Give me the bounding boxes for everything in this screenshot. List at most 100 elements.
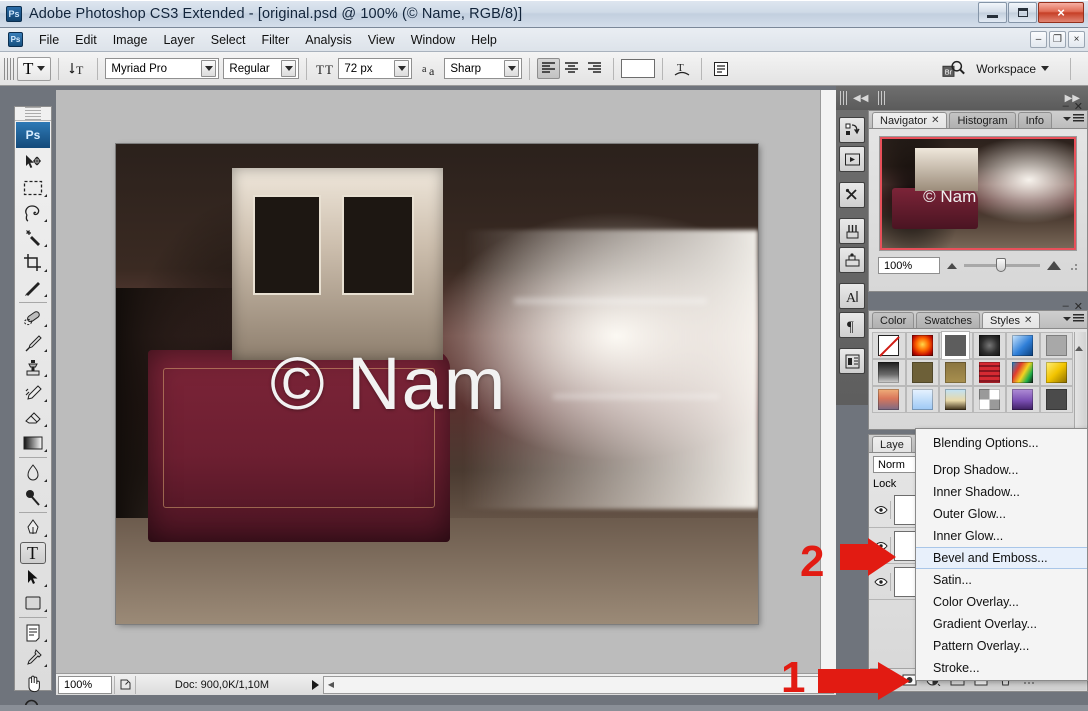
style-purple-stripes[interactable] xyxy=(1006,386,1040,413)
style-yellow-bevel[interactable] xyxy=(1040,359,1074,386)
context-menu-item[interactable]: Color Overlay... xyxy=(916,591,1087,613)
menu-view[interactable]: View xyxy=(360,30,403,50)
path-selection-tool[interactable] xyxy=(16,565,50,590)
character-panel-icon[interactable]: A xyxy=(839,283,865,309)
context-menu-item[interactable]: Bevel and Emboss... xyxy=(916,547,1087,569)
style-charcoal[interactable] xyxy=(1040,386,1074,413)
scroll-left-icon[interactable]: ◀ xyxy=(324,677,338,693)
warp-text-icon[interactable]: T xyxy=(670,57,694,81)
style-red-glow[interactable] xyxy=(906,332,940,359)
marquee-tool[interactable] xyxy=(16,175,50,200)
style-light-blue[interactable] xyxy=(906,386,940,413)
text-orientation-icon[interactable]: T xyxy=(66,57,90,81)
context-menu-item[interactable]: Inner Glow... xyxy=(916,525,1087,547)
eyedropper-tool[interactable] xyxy=(16,645,50,670)
pen-tool[interactable] xyxy=(16,515,50,540)
style-gray-bevel[interactable] xyxy=(939,332,973,359)
notes-tool[interactable] xyxy=(16,620,50,645)
styles-scrollbar[interactable] xyxy=(1074,332,1086,428)
align-right-button[interactable] xyxy=(583,58,606,79)
menu-analysis[interactable]: Analysis xyxy=(297,30,360,50)
visibility-eye-icon[interactable] xyxy=(871,501,891,519)
styles-panel-menu-button[interactable] xyxy=(1063,314,1084,323)
navigator-zoom-field[interactable]: 100% xyxy=(878,257,940,274)
close-button[interactable]: × xyxy=(1038,2,1084,23)
align-left-button[interactable] xyxy=(537,58,560,79)
slice-tool[interactable] xyxy=(16,275,50,300)
menu-select[interactable]: Select xyxy=(203,30,254,50)
style-flat-gray[interactable] xyxy=(1040,332,1074,359)
zoom-out-icon[interactable] xyxy=(947,263,957,269)
canvas-vertical-scrollbar[interactable] xyxy=(820,90,836,673)
tab-color[interactable]: Color xyxy=(872,312,914,328)
eraser-tool[interactable] xyxy=(16,405,50,430)
navigator-zoom-slider[interactable] xyxy=(964,264,1040,267)
workspace-button[interactable]: Workspace xyxy=(976,62,1049,76)
hand-tool[interactable] xyxy=(16,670,50,695)
style-none[interactable] xyxy=(872,332,906,359)
dock-grip[interactable] xyxy=(840,91,848,105)
context-menu-item[interactable]: Drop Shadow... xyxy=(916,459,1087,481)
font-style-select[interactable]: Regular xyxy=(223,58,299,79)
zoom-in-icon[interactable] xyxy=(1047,261,1061,270)
minimize-icon[interactable]: – xyxy=(1063,100,1069,113)
context-menu-item[interactable]: Pattern Overlay... xyxy=(916,635,1087,657)
context-menu-item[interactable]: Stroke... xyxy=(916,657,1087,679)
canvas-area[interactable]: © Nam xyxy=(56,90,836,673)
close-icon[interactable]: ✕ xyxy=(1074,300,1083,313)
navigator-view-box[interactable] xyxy=(880,137,1076,250)
crop-tool[interactable] xyxy=(16,250,50,275)
minimize-icon[interactable]: – xyxy=(1063,300,1069,313)
navigator-panel-menu-button[interactable] xyxy=(1063,114,1084,123)
gradient-tool[interactable] xyxy=(16,430,50,455)
menu-help[interactable]: Help xyxy=(463,30,505,50)
context-menu-item[interactable]: Gradient Overlay... xyxy=(916,613,1087,635)
style-color-splash[interactable] xyxy=(1006,359,1040,386)
doc-minimize-button[interactable]: – xyxy=(1030,31,1047,48)
canvas-horizontal-scrollbar[interactable]: ◀ ▶ xyxy=(323,676,834,694)
font-family-select[interactable]: Myriad Pro xyxy=(105,58,219,79)
context-menu-item[interactable]: Satin... xyxy=(916,569,1087,591)
tab-info[interactable]: Info xyxy=(1018,112,1052,128)
actions-panel-icon[interactable] xyxy=(839,146,865,172)
context-menu-item[interactable]: Outer Glow... xyxy=(916,503,1087,525)
dock-grip[interactable] xyxy=(878,91,886,105)
rectangle-shape-tool[interactable] xyxy=(16,590,50,615)
doc-restore-button[interactable]: ❐ xyxy=(1049,31,1066,48)
style-noise[interactable] xyxy=(973,386,1007,413)
toggle-palettes-icon[interactable] xyxy=(709,57,733,81)
menu-layer[interactable]: Layer xyxy=(155,30,202,50)
history-brush-tool[interactable] xyxy=(16,380,50,405)
slider-knob[interactable] xyxy=(996,258,1006,272)
blur-tool[interactable] xyxy=(16,460,50,485)
watermark-text[interactable]: © Nam xyxy=(270,341,506,426)
dodge-tool[interactable] xyxy=(16,485,50,510)
doc-close-button[interactable]: × xyxy=(1068,31,1085,48)
layer-comps-panel-icon[interactable] xyxy=(839,348,865,374)
brushes-panel-icon[interactable] xyxy=(839,218,865,244)
toolbox-drag-handle[interactable] xyxy=(15,107,51,121)
menu-filter[interactable]: Filter xyxy=(253,30,297,50)
minimize-button[interactable] xyxy=(978,2,1007,23)
lasso-tool[interactable] xyxy=(16,200,50,225)
options-bar-grip[interactable] xyxy=(4,58,14,80)
horizontal-type-tool[interactable]: T xyxy=(16,540,50,565)
magic-wand-tool[interactable] xyxy=(16,225,50,250)
navigator-thumbnail[interactable]: © Nam xyxy=(879,136,1077,251)
style-dark-swirl[interactable] xyxy=(973,332,1007,359)
style-sunset[interactable] xyxy=(872,386,906,413)
context-menu-item[interactable]: Inner Shadow... xyxy=(916,481,1087,503)
zoom-level-field[interactable]: 100% xyxy=(58,676,112,694)
bridge-icon[interactable]: Br xyxy=(942,57,966,81)
tab-layers[interactable]: Laye xyxy=(872,436,912,452)
style-dark-gradient[interactable] xyxy=(872,359,906,386)
collapse-dock-icon[interactable]: ◀◀ xyxy=(853,93,868,104)
clone-source-panel-icon[interactable] xyxy=(839,247,865,273)
menu-edit[interactable]: Edit xyxy=(67,30,105,50)
tab-navigator[interactable]: Navigator ✕ xyxy=(872,112,947,128)
paragraph-panel-icon[interactable]: ¶ xyxy=(839,312,865,338)
current-tool-preset-picker[interactable]: T xyxy=(17,57,51,81)
text-color-swatch[interactable] xyxy=(621,59,655,78)
resize-grip-icon[interactable] xyxy=(1068,261,1078,271)
style-blue-sky[interactable] xyxy=(1006,332,1040,359)
